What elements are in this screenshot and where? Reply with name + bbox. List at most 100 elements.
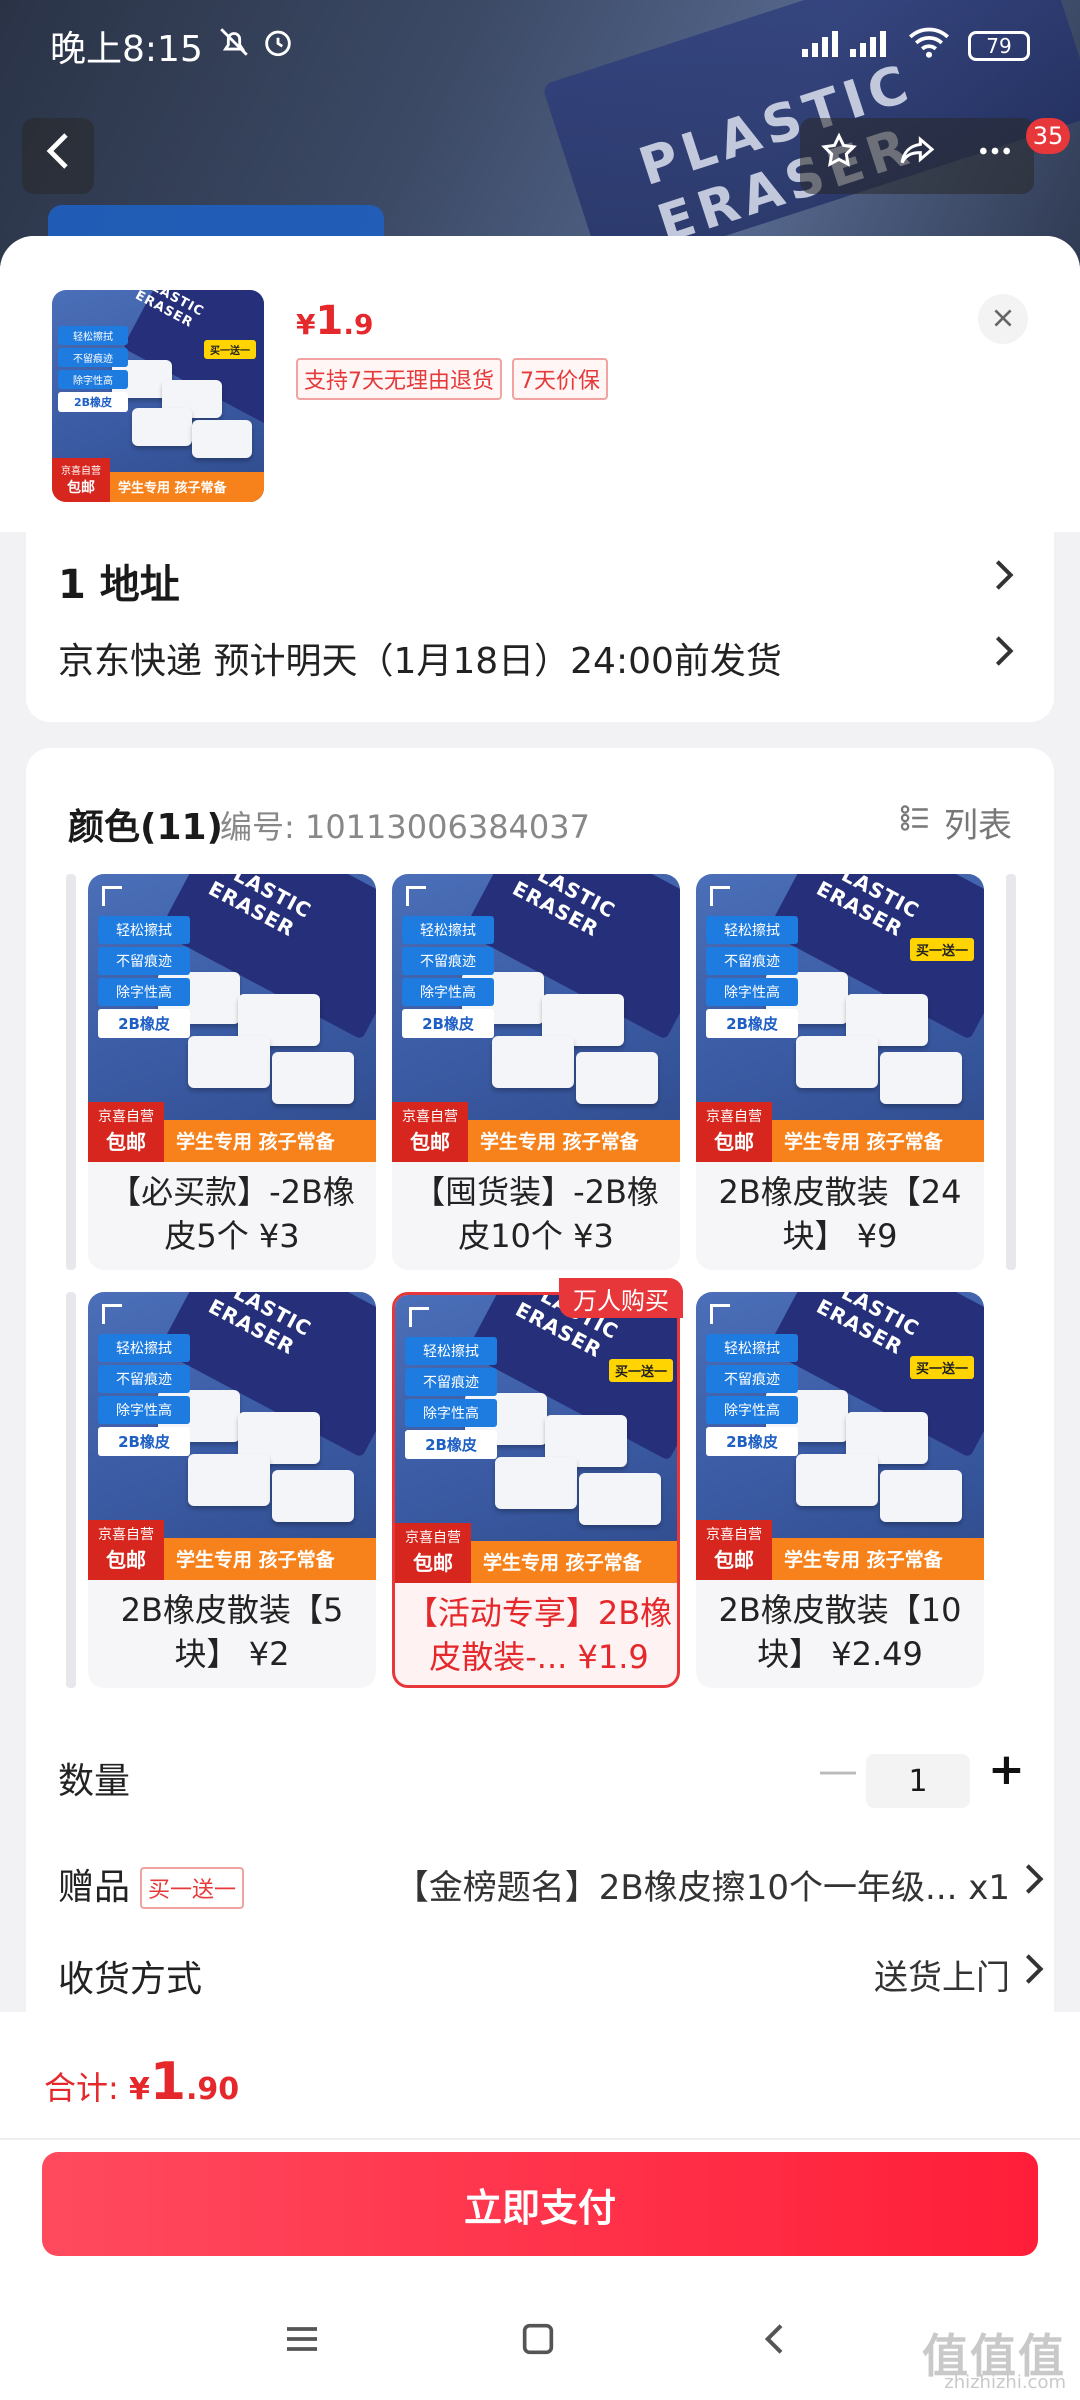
gift-sticker: 买一送一 bbox=[204, 340, 256, 359]
self-operated-label: 京喜自营 bbox=[98, 1109, 154, 1125]
eraser-block bbox=[132, 408, 192, 446]
expand-icon[interactable] bbox=[710, 1304, 730, 1324]
star-icon[interactable] bbox=[819, 131, 859, 181]
feature-bubble: 不留痕迹 bbox=[58, 348, 128, 367]
expand-icon[interactable] bbox=[406, 886, 426, 906]
quantity-decrease-button[interactable]: — bbox=[818, 1748, 858, 1794]
option-label: 2B橡皮散装【24块】 ¥9 bbox=[718, 1173, 962, 1255]
spec-option-tile[interactable]: PLASTIC ERASER 轻松擦拭 不留痕迹 除字性高 2B橡皮 买一送一 … bbox=[696, 1292, 984, 1688]
scroll-edge-left bbox=[66, 874, 76, 1270]
promo-text: 学生专用 孩子常备 bbox=[118, 481, 227, 496]
price-dec: .9 bbox=[343, 308, 374, 341]
expand-icon[interactable] bbox=[102, 1304, 122, 1324]
feature-bubble: 轻松擦拭 bbox=[706, 916, 798, 944]
promo-text: 学生专用 孩子常备 bbox=[176, 1131, 335, 1153]
address-row[interactable]: 1 地址 bbox=[58, 552, 180, 610]
self-operated-label: 京喜自营 bbox=[706, 1109, 762, 1125]
pay-now-button[interactable]: 立即支付 bbox=[42, 2152, 1038, 2256]
product-artwork: PLASTIC ERASER 轻松擦拭 不留痕迹 除字性高 2B橡皮 买一送一 … bbox=[696, 874, 984, 1162]
product-price: ¥1.9 bbox=[296, 298, 373, 344]
menu-icon[interactable] bbox=[282, 2316, 322, 2370]
back-icon[interactable] bbox=[756, 2316, 796, 2370]
eraser-block bbox=[796, 1454, 878, 1506]
option-image: PLASTIC ERASER 轻松擦拭 不留痕迹 除字性高 2B橡皮 买一送一 … bbox=[395, 1295, 677, 1583]
feature-bubble: 轻松擦拭 bbox=[402, 916, 494, 944]
header-actions bbox=[800, 118, 1034, 194]
gift-value[interactable]: 【金榜题名】2B橡皮擦10个一年级... x1 bbox=[395, 1860, 1010, 1909]
chevron-right-icon[interactable] bbox=[994, 634, 1014, 677]
chevron-right-icon[interactable] bbox=[1024, 1862, 1044, 1905]
eraser-block bbox=[492, 1036, 574, 1088]
expand-icon[interactable] bbox=[409, 1307, 429, 1327]
self-operated-label: 京喜自营 bbox=[405, 1530, 461, 1546]
more-icon[interactable] bbox=[975, 131, 1015, 181]
option-label: 2B橡皮散装【5块】 ¥2 bbox=[120, 1591, 344, 1673]
option-image: PLASTIC ERASER 轻松擦拭 不留痕迹 除字性高 2B橡皮 京喜自营 … bbox=[88, 1292, 376, 1580]
free-shipping-label: 包邮 bbox=[106, 1130, 146, 1154]
product-artwork: PLASTIC ERASER 轻松擦拭 不留痕迹 除字性高 2B橡皮 京喜自营 … bbox=[392, 874, 680, 1162]
feature-bubble: 轻松擦拭 bbox=[706, 1334, 798, 1362]
battery-indicator: 79 bbox=[968, 31, 1030, 61]
feature-bubble: 2B橡皮 bbox=[405, 1430, 497, 1459]
delivery-label: 收货方式 bbox=[58, 1959, 203, 2000]
self-operated-block: 京喜自营 包邮 bbox=[392, 1102, 468, 1162]
back-button[interactable] bbox=[22, 118, 94, 194]
feature-bubble: 轻松擦拭 bbox=[98, 1334, 190, 1362]
feature-bubble: 除字性高 bbox=[706, 1396, 798, 1424]
gift-sticker: 买一送一 bbox=[909, 938, 974, 961]
shipping-estimate[interactable]: 京东快递 预计明天（1月18日）24:00前发货 bbox=[58, 632, 782, 684]
quantity-input[interactable]: 1 bbox=[866, 1754, 970, 1808]
self-operated-block: 京喜自营 包邮 bbox=[696, 1520, 772, 1580]
self-operated-block: 京喜自营 包邮 bbox=[88, 1102, 164, 1162]
return-policy-tag: 支持7天无理由退货 bbox=[296, 358, 502, 400]
expand-icon[interactable] bbox=[710, 886, 730, 906]
price-symbol: ¥ bbox=[296, 308, 316, 341]
feature-bubble: 除字性高 bbox=[98, 1396, 190, 1424]
share-icon[interactable] bbox=[897, 131, 937, 181]
chevron-right-icon[interactable] bbox=[994, 558, 1014, 601]
feature-bubble: 不留痕迹 bbox=[98, 947, 190, 975]
gift-sticker: 买一送一 bbox=[909, 1356, 974, 1379]
feature-bubbles: 轻松擦拭 不留痕迹 除字性高 2B橡皮 bbox=[402, 916, 494, 1041]
feature-bubble: 除字性高 bbox=[402, 978, 494, 1006]
feature-bubbles: 轻松擦拭 不留痕迹 除字性高 2B橡皮 bbox=[405, 1337, 497, 1462]
notification-badge: 35 bbox=[1026, 118, 1070, 154]
eraser-block bbox=[188, 1036, 270, 1088]
feature-bubble: 除字性高 bbox=[706, 978, 798, 1006]
self-operated-block: 京喜自营 包邮 bbox=[696, 1102, 772, 1162]
self-operated-label: 京喜自营 bbox=[98, 1527, 154, 1543]
list-view-toggle[interactable]: 列表 bbox=[898, 798, 1012, 847]
self-operated-block: 京喜自营 包邮 bbox=[52, 458, 110, 502]
chevron-right-icon[interactable] bbox=[1024, 1952, 1044, 1995]
expand-icon[interactable] bbox=[102, 886, 122, 906]
list-icon bbox=[898, 801, 932, 844]
eraser-block bbox=[495, 1457, 577, 1509]
spec-option-tile[interactable]: PLASTIC ERASER 轻松擦拭 不留痕迹 除字性高 2B橡皮 京喜自营 … bbox=[88, 874, 376, 1270]
spec-option-tile[interactable]: PLASTIC ERASER 轻松擦拭 不留痕迹 除字性高 2B橡皮 京喜自营 … bbox=[88, 1292, 376, 1688]
product-thumbnail[interactable]: PLASTIC ERASER 轻松擦拭 不留痕迹 除字性高 2B橡皮 买一送一 … bbox=[52, 290, 264, 502]
feature-bubble: 不留痕迹 bbox=[402, 947, 494, 975]
address-card: 1 地址 京东快递 预计明天（1月18日）24:00前发货 bbox=[26, 532, 1054, 722]
spec-option-tile-selected[interactable]: PLASTIC ERASER 轻松擦拭 不留痕迹 除字性高 2B橡皮 买一送一 … bbox=[392, 1292, 680, 1688]
feature-bubbles: 轻松擦拭 不留痕迹 除字性高 2B橡皮 bbox=[98, 1334, 190, 1459]
eraser-block bbox=[192, 420, 252, 458]
alarm-icon bbox=[261, 25, 295, 68]
delivery-value[interactable]: 送货上门 bbox=[874, 1950, 1010, 1999]
total-int: 1 bbox=[149, 2052, 187, 2112]
option-label: 【活动专享】2B橡皮散装-... ¥1.9 bbox=[405, 1594, 673, 1676]
promo-text: 学生专用 孩子常备 bbox=[483, 1552, 642, 1574]
signal-icon bbox=[800, 25, 890, 68]
spec-option-tile[interactable]: PLASTIC ERASER 轻松擦拭 不留痕迹 除字性高 2B橡皮 买一送一 … bbox=[696, 874, 984, 1270]
feature-bubble: 2B橡皮 bbox=[706, 1009, 798, 1038]
feature-bubble: 轻松擦拭 bbox=[98, 916, 190, 944]
divider bbox=[0, 2138, 1080, 2140]
feature-bubble: 除字性高 bbox=[405, 1399, 497, 1427]
feature-bubble: 除字性高 bbox=[98, 978, 190, 1006]
product-artwork: PLASTIC ERASER 轻松擦拭 不留痕迹 除字性高 2B橡皮 买一送一 … bbox=[395, 1295, 677, 1583]
close-button[interactable] bbox=[978, 294, 1028, 344]
spec-option-tile[interactable]: PLASTIC ERASER 轻松擦拭 不留痕迹 除字性高 2B橡皮 京喜自营 … bbox=[392, 874, 680, 1270]
eraser-block bbox=[796, 1036, 878, 1088]
home-icon[interactable] bbox=[518, 2316, 558, 2370]
quantity-increase-button[interactable]: + bbox=[988, 1744, 1025, 1795]
self-operated-label: 京喜自营 bbox=[706, 1527, 762, 1543]
